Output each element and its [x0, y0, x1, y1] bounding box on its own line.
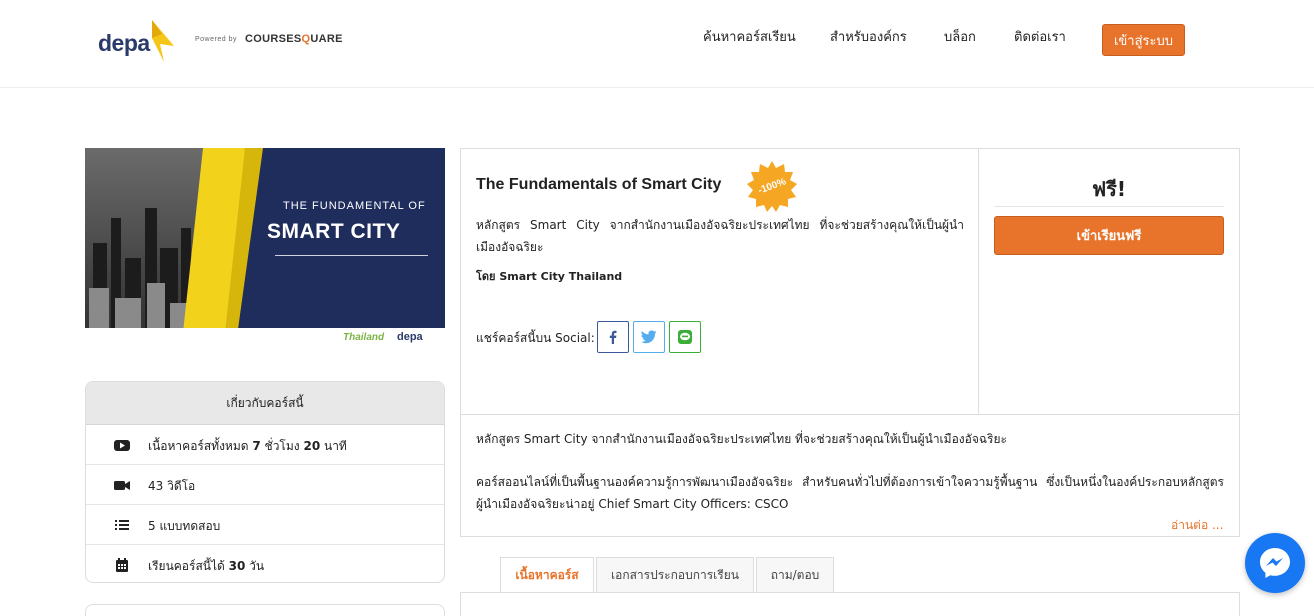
course-author: โดย Smart City Thailand: [476, 270, 623, 283]
access-days: 30: [228, 559, 246, 573]
twitter-icon: [641, 330, 657, 344]
youtube-icon: [114, 440, 130, 451]
enroll-free-button[interactable]: เข้าเรียนฟรี: [994, 216, 1224, 255]
logo-text: depa: [98, 30, 150, 56]
duration-suffix: นาที: [320, 439, 347, 453]
duration-prefix: เนื้อหาคอร์สทั้งหมด: [148, 439, 253, 453]
tab-content-area: [460, 593, 1240, 616]
course-long-description-2: คอร์สออนไลน์ที่เป็นพื้นฐานองค์ความรู้การ…: [476, 475, 1224, 511]
about-row-videos: 43 วิดีโอ: [86, 465, 444, 505]
duration-minutes: 20: [303, 439, 321, 453]
nav-contact[interactable]: ติดต่อเรา: [1014, 26, 1066, 47]
about-duration-text: เนื้อหาคอร์สทั้งหมด 7 ชั่วโมง 20 นาที: [148, 437, 347, 456]
logo-arrow-icon: [152, 20, 174, 62]
banner-depa-logo: depa: [397, 331, 423, 343]
nav-blog[interactable]: บล็อก: [944, 26, 976, 47]
about-row-quizzes: 5 แบบทดสอบ: [86, 505, 444, 545]
about-videos-text: 43 วิดีโอ: [148, 479, 196, 493]
depa-logo[interactable]: depa: [98, 18, 178, 66]
share-facebook-button[interactable]: [597, 321, 629, 353]
tab-learning-materials[interactable]: เอกสารประกอบการเรียน: [596, 557, 754, 592]
banner-thailand-logo: Thailand: [343, 332, 385, 343]
nav-search-courses[interactable]: ค้นหาคอร์สเรียน: [703, 26, 796, 47]
brand-part-c: UARE: [310, 33, 343, 45]
course-short-description: หลักสูตร Smart City จากสำนักงานเมืองอัจฉ…: [476, 218, 964, 254]
tab-course-content[interactable]: เนื้อหาคอร์ส: [500, 557, 594, 592]
access-suffix: วัน: [245, 559, 265, 573]
share-twitter-button[interactable]: [633, 321, 665, 353]
course-title: The Fundamentals of Smart City: [476, 176, 722, 193]
brand-part-a: COURSES: [245, 33, 302, 45]
course-banner-image: THE FUNDAMENTAL OF SMART CITY Thailand d…: [85, 148, 445, 351]
secondary-panel: [85, 604, 445, 616]
nav-for-organizations[interactable]: สำหรับองค์กร: [830, 26, 907, 47]
site-header: depa Powered by COURSESQUARE ค้นหาคอร์สเ…: [0, 0, 1314, 88]
course-price: ฟรี!: [1091, 177, 1127, 201]
about-row-access: เรียนคอร์สนี้ได้ 30 วัน: [86, 545, 444, 582]
about-row-duration: เนื้อหาคอร์สทั้งหมด 7 ชั่วโมง 20 นาที: [86, 425, 444, 465]
facebook-icon: [609, 330, 617, 344]
duration-mid: ชั่วโมง: [260, 439, 304, 453]
about-course-panel: เกี่ยวกับคอร์สนี้ เนื้อหาคอร์สทั้งหมด 7 …: [85, 381, 445, 583]
tab-qa[interactable]: ถาม/ตอบ: [756, 557, 834, 592]
login-button[interactable]: เข้าสู่ระบบ: [1102, 24, 1185, 56]
read-more-link[interactable]: อ่านต่อ ...: [1171, 516, 1223, 535]
discount-badge: -100%: [745, 159, 799, 213]
info-horizontal-divider: [461, 414, 1239, 415]
price-divider: [994, 206, 1224, 207]
about-quizzes-text: 5 แบบทดสอบ: [148, 519, 221, 533]
banner-subtitle: THE FUNDAMENTAL OF: [283, 200, 426, 212]
calendar-icon: [116, 558, 128, 572]
course-tabs: เนื้อหาคอร์ส เอกสารประกอบการเรียน ถาม/ตอ…: [460, 557, 1240, 616]
course-info-box: The Fundamentals of Smart City -100% หลั…: [460, 148, 1240, 537]
about-access-text: เรียนคอร์สนี้ได้ 30 วัน: [148, 557, 264, 576]
about-heading: เกี่ยวกับคอร์สนี้: [86, 382, 444, 425]
banner-divider: [275, 255, 428, 256]
course-long-description-1: หลักสูตร Smart City จากสำนักงานเมืองอัจฉ…: [476, 432, 1007, 446]
banner-footer-strip: [85, 328, 445, 351]
banner-cityscape-graphic: [85, 148, 263, 351]
powered-by-text: Powered by: [195, 36, 237, 43]
video-camera-icon: [114, 481, 130, 490]
messenger-chat-button[interactable]: [1245, 533, 1305, 593]
banner-title: SMART CITY: [267, 220, 401, 243]
list-icon: [115, 520, 129, 530]
share-label: แชร์คอร์สนี้บน Social:: [476, 331, 595, 345]
coursesquare-brand[interactable]: COURSESQUARE: [245, 33, 343, 45]
access-prefix: เรียนคอร์สนี้ได้: [148, 559, 229, 573]
duration-hours: 7: [252, 439, 261, 453]
line-icon: [678, 330, 692, 344]
messenger-icon: [1260, 548, 1290, 578]
share-line-button[interactable]: [669, 321, 701, 353]
